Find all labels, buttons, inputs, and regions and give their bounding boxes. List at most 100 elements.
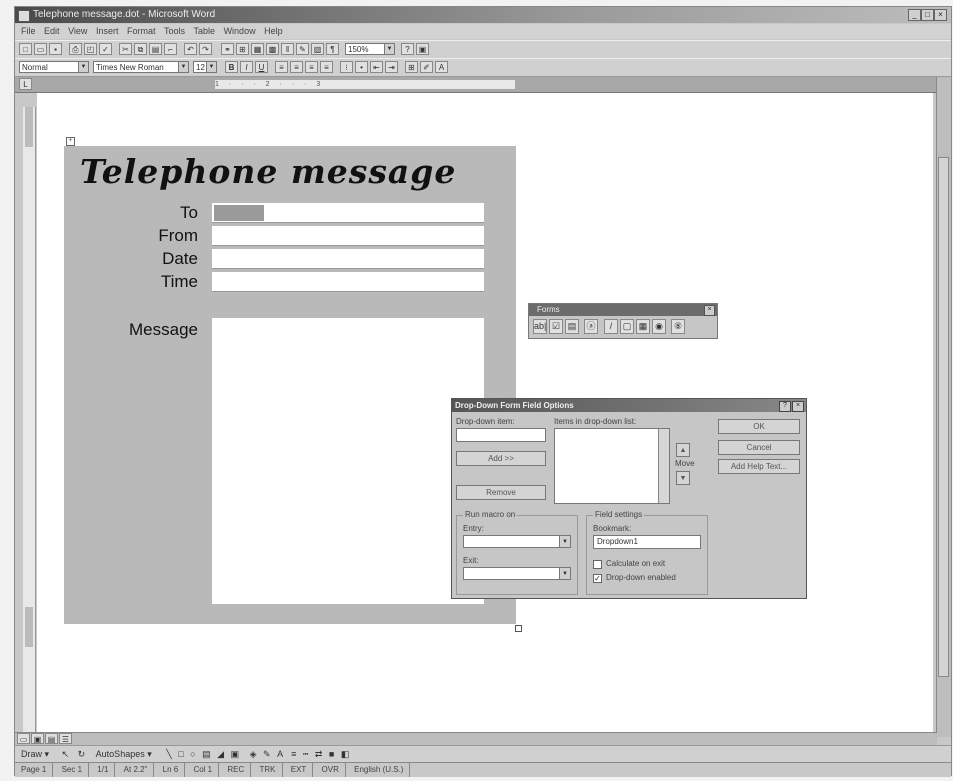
italic-button[interactable]: I [240, 61, 253, 73]
forms-toolbar-titlebar[interactable]: Forms × [529, 304, 717, 316]
line-icon[interactable]: ╲ [166, 749, 171, 759]
dropdown-item-input[interactable] [456, 428, 546, 442]
clipart-icon[interactable]: ▣ [231, 749, 240, 759]
dialog-help-button[interactable]: ? [779, 401, 791, 412]
align-right-icon[interactable]: ≡ [305, 61, 318, 73]
3d-icon[interactable]: ◧ [341, 749, 350, 759]
form-field-options-icon[interactable]: ⓐ [584, 319, 598, 334]
bullets-icon[interactable]: • [355, 61, 368, 73]
font-size-select[interactable]: 12 ▼ [193, 61, 217, 73]
dialog-titlebar[interactable]: Drop-Down Form Field Options ? × [452, 399, 806, 412]
horizontal-scrollbar[interactable]: ▭ ▣ ▤ ☰ [15, 732, 937, 745]
items-listbox[interactable] [554, 428, 670, 504]
calculate-on-exit-checkbox[interactable] [593, 560, 602, 569]
insert-excel-icon[interactable]: ▩ [266, 43, 279, 55]
paste-icon[interactable]: ▤ [149, 43, 162, 55]
status-rec[interactable]: REC [221, 763, 252, 777]
decrease-indent-icon[interactable]: ⇤ [370, 61, 383, 73]
checkbox-form-field-icon[interactable]: ☑ [549, 319, 563, 334]
shadow-icon[interactable]: ■ [329, 749, 334, 759]
justify-icon[interactable]: ≡ [320, 61, 333, 73]
scroll-thumb[interactable] [938, 157, 949, 677]
date-field[interactable] [212, 249, 484, 269]
show-hide-icon[interactable]: ¶ [326, 43, 339, 55]
borders-icon[interactable]: ⊞ [405, 61, 418, 73]
move-down-icon[interactable]: ▼ [676, 471, 690, 485]
add-help-text-button[interactable]: Add Help Text... [718, 459, 800, 474]
drawing-icon[interactable]: ✎ [296, 43, 309, 55]
style-select[interactable]: Normal ▼ [19, 61, 89, 73]
bold-button[interactable]: B [225, 61, 238, 73]
cut-icon[interactable]: ✂ [119, 43, 132, 55]
web-view-icon[interactable]: ▣ [31, 733, 44, 744]
outline-view-icon[interactable]: ☰ [59, 733, 72, 744]
wordart-icon[interactable]: ◢ [217, 749, 224, 759]
rectangle-icon[interactable]: □ [178, 749, 183, 759]
maximize-button[interactable]: □ [921, 9, 934, 21]
dialog-close-button[interactable]: × [792, 401, 804, 412]
font-color-icon[interactable]: A [435, 61, 448, 73]
status-trk[interactable]: TRK [254, 763, 283, 777]
oval-icon[interactable]: ○ [190, 749, 195, 759]
font-color-draw-icon[interactable]: A [277, 749, 283, 759]
tables-borders-icon[interactable]: ⊞ [236, 43, 249, 55]
tab-selector-icon[interactable]: L [19, 78, 32, 90]
fill-color-icon[interactable]: ◈ [250, 749, 257, 759]
format-painter-icon[interactable]: ⌐ [164, 43, 177, 55]
table-move-handle-icon[interactable]: + [66, 137, 75, 146]
move-up-icon[interactable]: ▲ [676, 443, 690, 457]
line-style-icon[interactable]: ≡ [291, 749, 296, 759]
insert-table-icon[interactable]: ▦ [251, 43, 264, 55]
align-left-icon[interactable]: ≡ [275, 61, 288, 73]
print-preview-icon[interactable]: ◰ [84, 43, 97, 55]
copy-icon[interactable]: ⧉ [134, 43, 147, 55]
menu-table[interactable]: Table [194, 26, 216, 36]
dash-style-icon[interactable]: ┅ [303, 749, 308, 759]
dropdown-form-field[interactable] [214, 205, 264, 221]
protect-form-icon[interactable]: ⑧ [671, 319, 685, 334]
open-icon[interactable]: ▭ [34, 43, 47, 55]
autoshapes-menu[interactable]: AutoShapes ▾ [96, 749, 152, 759]
select-objects-icon[interactable]: ↖ [62, 749, 70, 759]
add-button[interactable]: Add >> [456, 451, 546, 466]
draw-menu[interactable]: Draw ▾ [21, 749, 49, 759]
redo-icon[interactable]: ↷ [199, 43, 212, 55]
dropdown-form-field-icon[interactable]: ▤ [565, 319, 579, 334]
zoom-select[interactable]: 150% ▼ [345, 43, 395, 55]
cancel-button[interactable]: Cancel [718, 440, 800, 455]
menu-format[interactable]: Format [127, 26, 156, 36]
line-color-icon[interactable]: ✎ [263, 749, 271, 759]
undo-icon[interactable]: ↶ [184, 43, 197, 55]
columns-icon[interactable]: ‖ [281, 43, 294, 55]
form-field-shading-icon[interactable]: ◉ [652, 319, 666, 334]
close-window-button[interactable]: × [934, 9, 947, 21]
free-rotate-icon[interactable]: ↻ [78, 749, 86, 759]
time-field[interactable] [212, 272, 484, 292]
text-form-field-icon[interactable]: ab| [533, 319, 547, 334]
forms-toolbar-close-button[interactable]: × [704, 305, 715, 316]
dropdown-enabled-checkbox[interactable]: ✓ [593, 574, 602, 583]
table-resize-handle[interactable] [515, 625, 522, 632]
vertical-scrollbar[interactable] [936, 77, 951, 737]
highlight-icon[interactable]: ✐ [420, 61, 433, 73]
entry-macro-select[interactable]: ▼ [463, 535, 571, 548]
align-center-icon[interactable]: ≡ [290, 61, 303, 73]
to-field[interactable] [212, 203, 484, 223]
new-icon[interactable]: □ [19, 43, 32, 55]
menu-help[interactable]: Help [264, 26, 283, 36]
normal-view-icon[interactable]: ▭ [17, 733, 30, 744]
menu-edit[interactable]: Edit [44, 26, 60, 36]
exit-macro-select[interactable]: ▼ [463, 567, 571, 580]
numbering-icon[interactable]: ⁝ [340, 61, 353, 73]
from-field[interactable] [212, 226, 484, 246]
document-map-icon[interactable]: ▧ [311, 43, 324, 55]
ok-button[interactable]: OK [718, 419, 800, 434]
insert-table-forms-icon[interactable]: ▦ [636, 319, 650, 334]
textbox-icon[interactable]: ▤ [202, 749, 211, 759]
remove-button[interactable]: Remove [456, 485, 546, 500]
items-list-scrollbar[interactable] [658, 429, 669, 503]
help-icon[interactable]: ? [401, 43, 414, 55]
menu-file[interactable]: File [21, 26, 36, 36]
message-field[interactable] [212, 318, 484, 604]
underline-button[interactable]: U [255, 61, 268, 73]
